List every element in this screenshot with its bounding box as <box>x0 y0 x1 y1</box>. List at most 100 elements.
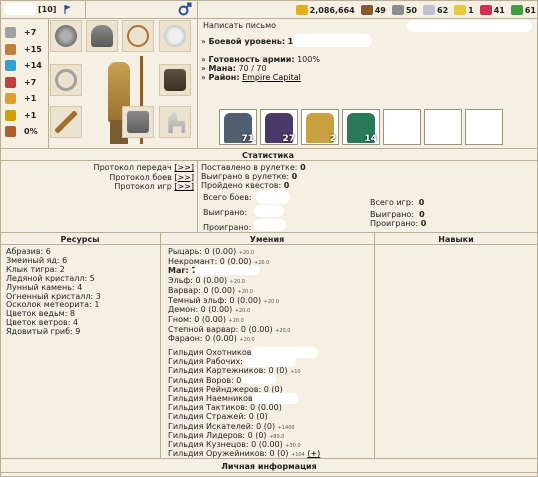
defense-icon <box>5 43 16 55</box>
empty-army-slot[interactable] <box>465 109 503 145</box>
necklace-slot[interactable] <box>122 20 154 52</box>
faction-skill-row: Фараон: 0 (0.00) +20.0 <box>168 334 255 343</box>
redacted-thieves-field <box>242 374 276 384</box>
guild-skill-delta: +80.0 <box>269 433 285 440</box>
necklace-icon <box>127 25 149 47</box>
write-letter-link[interactable]: Написать письмо <box>203 21 276 30</box>
stat-value: +1 <box>24 94 37 103</box>
equipment-panel <box>50 20 197 148</box>
initiative-icon <box>5 126 16 137</box>
knowledge-icon <box>5 76 16 88</box>
resource-list-item: Цветок ведьм: 8 <box>6 309 76 319</box>
guild-skill-row: Гильдия Стражей: 0 (0) <box>168 412 268 421</box>
guild-skill-row: Гильдия Картежников: 0 (0) +10 <box>168 366 301 375</box>
sulfur-icon <box>454 5 467 15</box>
army-unit-slot[interactable]: 71 <box>219 109 257 145</box>
mercury-icon <box>423 5 435 15</box>
quests-row: Пройдено квестов: 0 <box>201 181 289 190</box>
resource-list-item: Ядовитый гриб: 9 <box>6 327 81 337</box>
guild-skill-row: Гильдия Лидеров: 0 (0) +80.0 <box>168 431 284 440</box>
faction-skill-row: Рыцарь: 0 (0.00) +20.0 <box>168 247 254 256</box>
resource-item: 62 <box>423 5 448 15</box>
resource-item: 49 <box>360 5 386 15</box>
guild-skill-text: Гильдия Лидеров: 0 (0) <box>168 430 267 440</box>
resource-value: 2,086,664 <box>309 5 355 15</box>
roulette-won-value: 0 <box>291 172 298 181</box>
helmet-icon <box>91 25 113 47</box>
guild-skill-text: Гильдия Стражей: 0 (0) <box>168 412 268 422</box>
resource-list-item: Змеиный яд: 6 <box>6 255 68 265</box>
attack-icon <box>5 27 16 38</box>
guild-skill-text: Гильдия Рабочих: 7 <box>168 357 251 367</box>
guild-skill-text: Гильдия Оружейников: 0 (0) <box>168 449 289 459</box>
army-ready-row: » Готовность армии: 100% <box>201 55 320 64</box>
redacted-field-top <box>407 20 532 32</box>
weapon-slot[interactable] <box>50 106 82 138</box>
guild-skill-delta: +10 <box>290 369 301 376</box>
mount-slot[interactable] <box>159 106 191 138</box>
male-symbol-icon <box>178 2 192 18</box>
games-lost-row: Проиграно: 0 <box>370 219 426 228</box>
faction-skill-text: Эльф: 0 (0.00) <box>168 276 228 286</box>
protocol-open-link[interactable]: [>>] <box>174 182 194 191</box>
resource-item: 1 <box>454 5 474 15</box>
total-games-label: Всего игр: <box>370 198 414 207</box>
protocol-open-link[interactable]: [>>] <box>174 173 194 182</box>
games-won-row: Выиграно: 0 <box>370 210 425 219</box>
ore-icon <box>391 5 404 15</box>
stat-row: 0% <box>2 125 48 139</box>
stat-row: +1 <box>2 109 48 123</box>
stat-row: +7 <box>2 26 48 40</box>
resource-value: 50 <box>405 5 417 15</box>
resource-item: 50 <box>391 5 417 15</box>
resource-item: 2,086,664 <box>295 5 355 15</box>
personal-info-title: Личная информация <box>221 462 317 471</box>
offhand-slot[interactable] <box>122 106 154 138</box>
resource-item: 61 <box>510 5 536 15</box>
faction-skill-delta: +20.0 <box>229 279 246 286</box>
roulette-won-label: Выиграно в рулетке: <box>201 172 290 181</box>
ring-icon <box>55 69 77 91</box>
total-battles-label: Всего боев: <box>203 193 252 202</box>
resources-title: Ресурсы <box>60 235 100 244</box>
guild-skill-delta: +30.0 <box>285 443 301 449</box>
army-unit-slot[interactable]: 2 <box>301 109 339 145</box>
clan-flag-icon[interactable] <box>64 4 71 14</box>
games-won-value: 0 <box>419 210 425 219</box>
quests-value: 0 <box>283 181 290 190</box>
faction-skill-delta: +20.0 <box>263 298 279 305</box>
luck-icon <box>5 93 16 104</box>
protocol-row: Протокол боев [>>] <box>109 173 194 182</box>
district-link[interactable]: Empire Capital <box>242 73 301 82</box>
resource-list-item: Огненный кристалл: 3 <box>6 291 101 301</box>
ring-slot-left[interactable] <box>50 64 82 96</box>
stat-value: +7 <box>24 28 37 37</box>
guild-skill-text: Гильдия Наемников: 3 <box>168 394 264 403</box>
amulet-icon <box>55 25 77 47</box>
empty-army-slot[interactable] <box>383 109 421 145</box>
helmet-slot[interactable] <box>86 20 118 52</box>
army-unit-slot[interactable]: 14 <box>342 109 380 145</box>
army-unit-slot[interactable]: 27 <box>260 109 298 145</box>
redacted-total-battles <box>256 190 290 204</box>
protocol-open-link[interactable]: [>>] <box>174 163 194 172</box>
faction-skill-delta: +20.0 <box>237 288 253 295</box>
amulet-slot[interactable] <box>50 20 82 52</box>
redacted-mage-field <box>194 265 260 275</box>
ring-slot[interactable] <box>159 20 191 52</box>
army-ready-label: Готовность армии: <box>208 55 295 64</box>
resource-value: 61 <box>524 5 536 15</box>
faction-skill-text: Фараон: 0 (0.00) <box>168 334 237 344</box>
empty-army-slot[interactable] <box>424 109 462 145</box>
hero-name-redacted <box>4 3 36 15</box>
guild-skill-text: Гильдия Искателей: 0 (0) <box>168 421 276 431</box>
guild-plus-link[interactable]: (+) <box>307 449 320 458</box>
armor-slot[interactable] <box>159 64 191 96</box>
gold-icon <box>295 5 308 15</box>
games-lost-label: Проиграно: <box>370 219 419 228</box>
combat-level-row: » Боевой уровень: 10 <box>201 37 299 46</box>
faction-skill-delta: +20.0 <box>234 308 251 315</box>
faction-skill-delta: +20.0 <box>238 250 255 256</box>
mana-value: 70 / 70 <box>238 64 267 73</box>
stat-value: 0% <box>24 127 38 136</box>
